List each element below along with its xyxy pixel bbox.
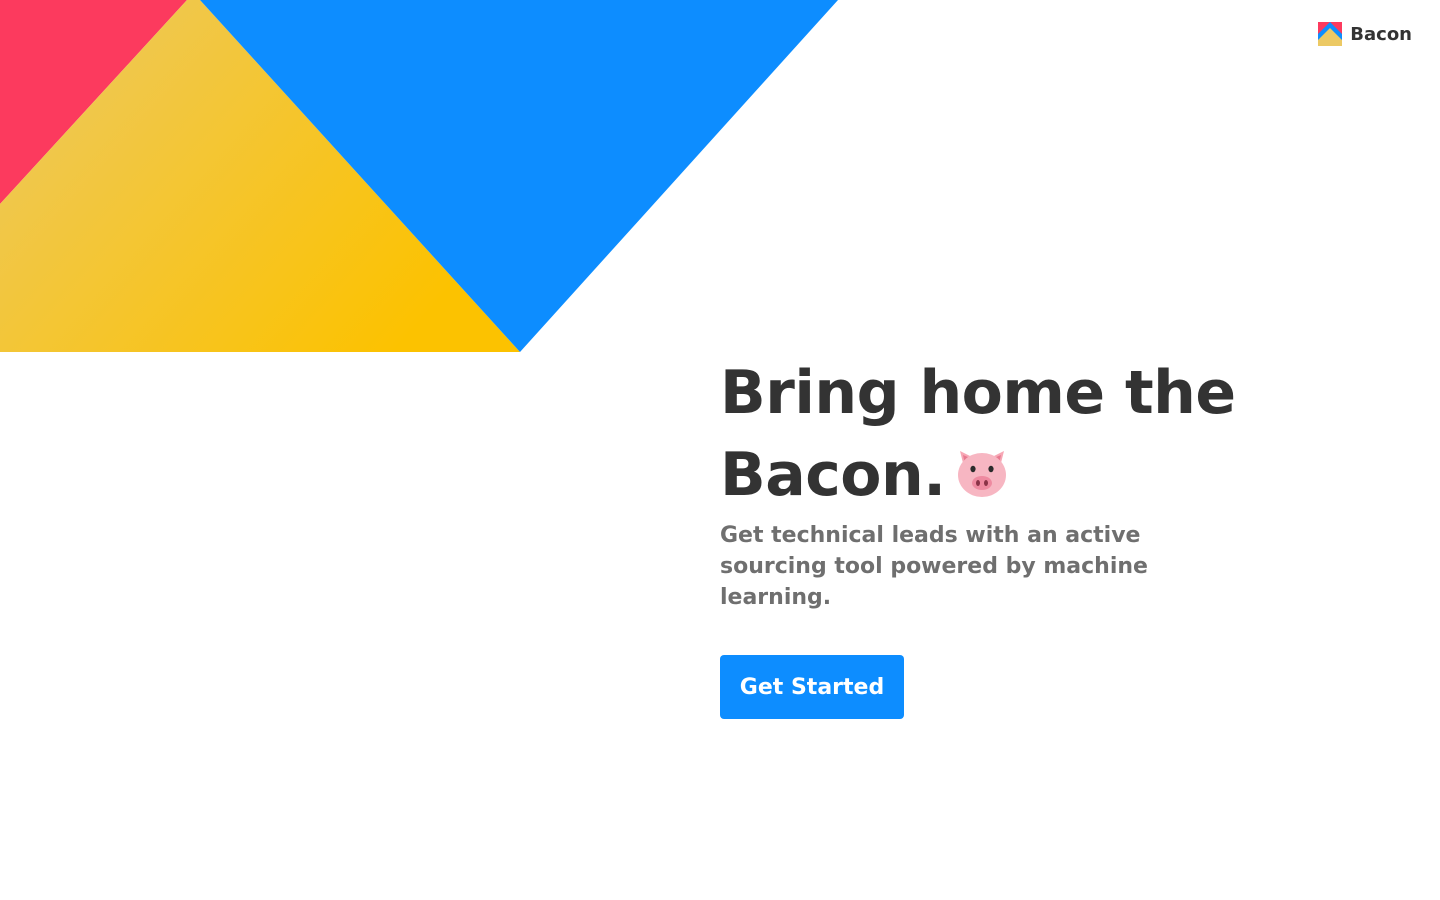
hero-content: Bring home the Bacon. Get technical lead… xyxy=(720,352,1280,719)
hero-subtitle: Get technical leads with an active sourc… xyxy=(720,523,1148,610)
hero-headline: Bring home the Bacon. xyxy=(720,352,1280,516)
headline-line-2: Bacon. xyxy=(720,440,946,510)
bacon-logo-icon xyxy=(1318,22,1343,46)
get-started-button[interactable]: Get Started xyxy=(720,655,904,719)
headline-line-2-wrapper: Bacon. xyxy=(720,434,1280,516)
brand-logo-link[interactable]: Bacon xyxy=(1318,22,1412,46)
headline-line-1: Bring home the xyxy=(720,358,1236,428)
landing-page: Bacon Bring home the Bacon. Get technica… xyxy=(0,0,1440,900)
pig-face-icon xyxy=(957,451,1006,497)
brand-name: Bacon xyxy=(1350,23,1412,45)
